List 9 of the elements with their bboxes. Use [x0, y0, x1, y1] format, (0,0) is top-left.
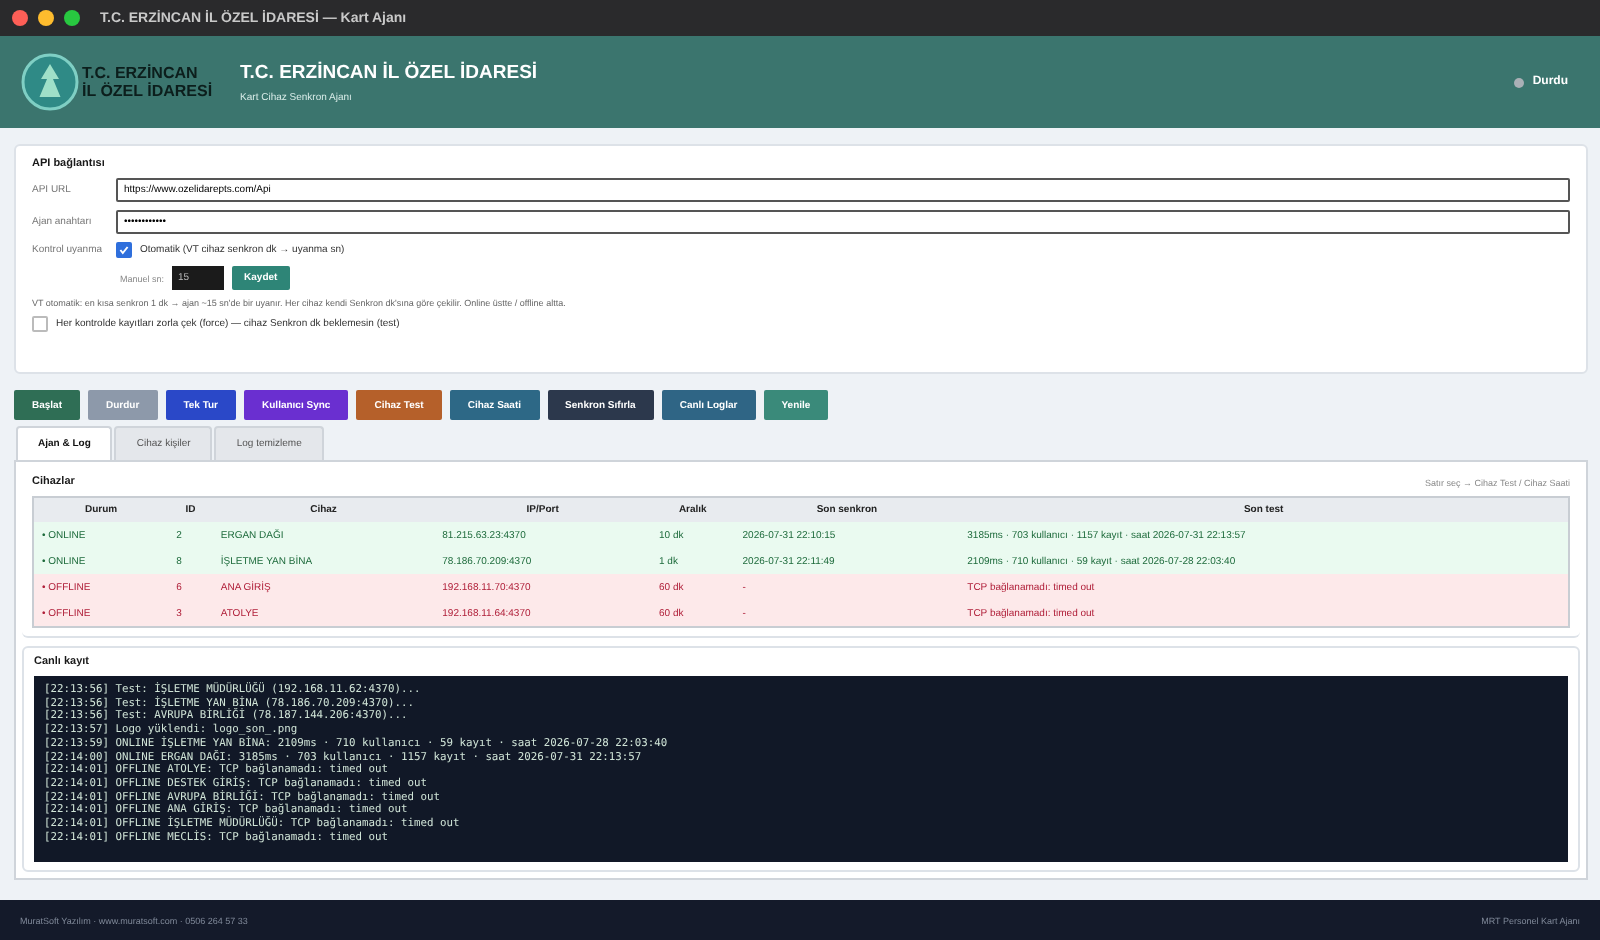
app-title: T.C. ERZİNCAN İL ÖZEL İDARESİ [240, 61, 540, 83]
minimize-icon[interactable] [38, 10, 54, 26]
close-icon[interactable] [12, 10, 28, 26]
logo-text: İL ÖZEL İDARESİ [82, 82, 213, 100]
logo-text: T.C. ERZİNCAN [82, 64, 200, 82]
checkbox[interactable] [32, 316, 48, 332]
maximize-icon[interactable] [64, 10, 80, 26]
emblem-icon [20, 52, 80, 112]
checkbox[interactable] [116, 242, 132, 258]
